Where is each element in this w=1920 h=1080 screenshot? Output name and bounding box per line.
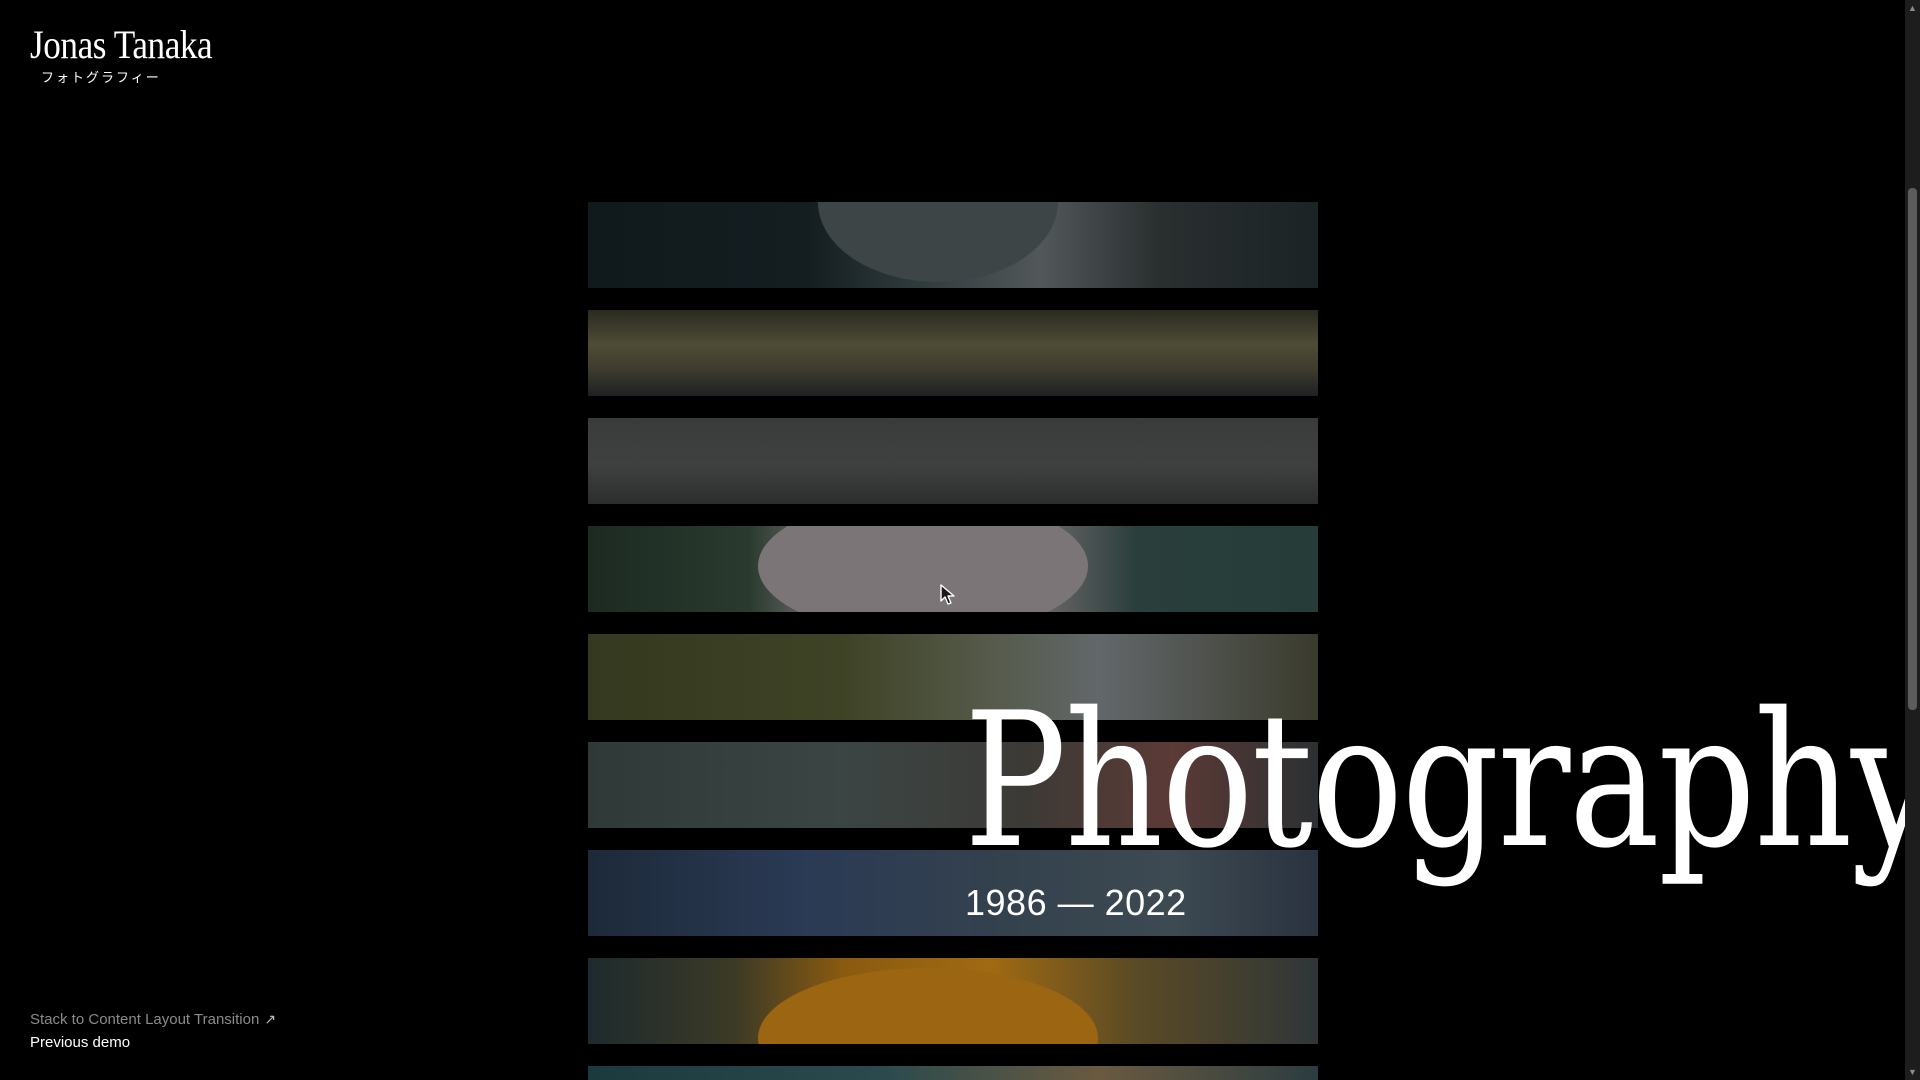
photo-strip-2[interactable] xyxy=(588,310,1318,396)
photo-strip-image xyxy=(588,310,1318,396)
brand-name: Jonas Tanaka xyxy=(30,22,213,67)
photo-strip-1[interactable] xyxy=(588,202,1318,288)
brand-subtitle: フォトグラフィー xyxy=(41,71,161,86)
photo-strip-image xyxy=(588,202,1318,288)
demo-links: Stack to Content Layout Transition ↗ Pre… xyxy=(30,1008,276,1054)
demo-title-label: Stack to Content Layout Transition xyxy=(30,1011,260,1028)
scroll-down-icon[interactable]: ▼ xyxy=(1905,1067,1920,1077)
page: Jonas Tanaka フォトグラフィー Photography 1986 —… xyxy=(0,0,1920,1080)
photo-strip-9[interactable] xyxy=(588,1066,1318,1080)
photo-strip-stack xyxy=(588,202,1318,1080)
brand-logo[interactable]: Jonas Tanaka フォトグラフィー xyxy=(30,22,237,87)
hero-years: 1986 — 2022 xyxy=(965,882,1187,923)
photo-strip-3[interactable] xyxy=(588,418,1318,504)
arrow-up-right-icon: ↗ xyxy=(264,1011,277,1027)
demo-title-link[interactable]: Stack to Content Layout Transition ↗ xyxy=(30,1008,276,1031)
scroll-up-icon[interactable]: ▲ xyxy=(1905,3,1920,13)
vertical-scrollbar[interactable]: ▲ ▼ xyxy=(1905,0,1920,1080)
photo-strip-image xyxy=(588,958,1318,1044)
hero-title: Photography xyxy=(964,672,1920,889)
photo-strip-image xyxy=(588,418,1318,504)
mouse-cursor-icon xyxy=(940,584,955,605)
previous-demo-link[interactable]: Previous demo xyxy=(30,1031,276,1054)
scrollbar-thumb[interactable] xyxy=(1908,188,1917,710)
photo-strip-8[interactable] xyxy=(588,958,1318,1044)
photo-strip-image xyxy=(588,1066,1318,1080)
